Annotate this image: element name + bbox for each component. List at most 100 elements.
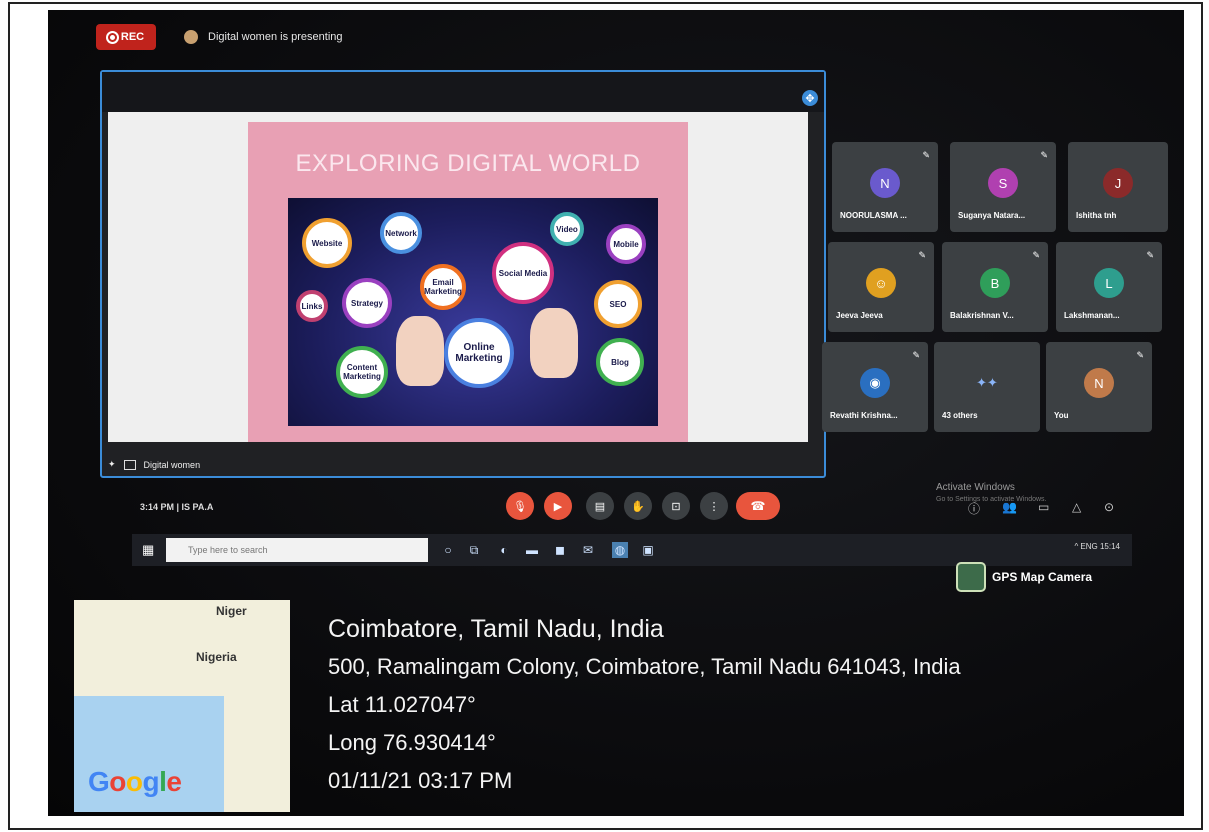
screenshot-frame: REC Digital women is presenting ✥ EXPLOR… <box>8 2 1203 830</box>
monitor-photo: REC Digital women is presenting ✥ EXPLOR… <box>48 10 1184 816</box>
location-map: Niger Nigeria Google <box>74 600 290 812</box>
activities-icon[interactable]: △ <box>1072 500 1081 514</box>
avatar: N <box>1084 368 1114 398</box>
people-icon[interactable]: 👥 <box>1002 500 1017 514</box>
windows-start-icon[interactable]: ▦ <box>142 543 156 557</box>
map-label-niger: Niger <box>216 604 247 618</box>
right-hand <box>530 308 578 378</box>
gear-website: Website <box>302 218 352 268</box>
map-label-nigeria: Nigeria <box>196 650 237 664</box>
tile-label: ✦ Digital women <box>108 459 200 470</box>
location-info: Coimbatore, Tamil Nadu, India 500, Ramal… <box>328 610 961 800</box>
mic-button[interactable]: 🎙 <box>506 492 534 520</box>
avatar: ☺ <box>866 268 896 298</box>
participant-tile[interactable]: ✎ S Suganya Natara... <box>950 142 1056 232</box>
gear-social-media: Social Media <box>492 242 554 304</box>
avatar: N <box>870 168 900 198</box>
shared-screen: EXPLORING DIGITAL WORLD Website Network … <box>108 112 808 442</box>
gps-badge-label: GPS Map Camera <box>992 570 1093 584</box>
cortana-icon[interactable]: ○ <box>440 542 456 558</box>
avatar: J <box>1103 168 1133 198</box>
lock-icon[interactable]: ⊙ <box>1104 500 1114 514</box>
edge-icon[interactable]: ◐ <box>496 542 512 558</box>
gear-video: Video <box>550 212 584 246</box>
gear-blog: Blog <box>596 338 644 386</box>
raise-hand-button[interactable]: ✋ <box>624 492 652 520</box>
meeting-time: 3:14 PM | IS PA.A <box>140 502 214 512</box>
google-logo: Google <box>88 766 182 797</box>
gear-seo: SEO <box>594 280 642 328</box>
location-address: 500, Ramalingam Colony, Coimbatore, Tami… <box>328 654 961 679</box>
participant-tile[interactable]: ✎ ☺ Jeeva Jeeva <box>828 242 934 332</box>
location-longitude: Long 76.930414° <box>328 730 496 755</box>
info-icon[interactable]: ⓘ <box>968 500 980 517</box>
participant-name: NOORULASMA ... <box>840 211 907 220</box>
mic-off-icon: ✎ <box>1040 150 1048 160</box>
gear-network: Network <box>380 212 422 254</box>
avatar: L <box>1094 268 1124 298</box>
gps-camera-logo-icon <box>956 562 986 592</box>
gear-mobile: Mobile <box>606 224 646 264</box>
chat-icon[interactable]: ▭ <box>1038 500 1049 514</box>
mic-off-icon: ✎ <box>922 150 930 160</box>
participant-tile[interactable]: ✎ ◉ Revathi Krishna... <box>822 342 928 432</box>
others-icon: ✦✦ <box>972 368 1002 398</box>
mic-off-icon: ✎ <box>918 250 926 260</box>
left-hand <box>396 316 444 386</box>
avatar: B <box>980 268 1010 298</box>
presenter-icon <box>184 30 198 44</box>
participant-name: Balakrishnan V... <box>950 311 1014 320</box>
presentation-tile[interactable]: ✥ EXPLORING DIGITAL WORLD Website Networ… <box>100 70 826 478</box>
present-button[interactable]: ⊡ <box>662 492 690 520</box>
gear-email-marketing: Email Marketing <box>420 264 466 310</box>
end-call-button[interactable]: ☎ <box>736 492 780 520</box>
activate-windows-title: Activate Windows <box>936 482 1015 493</box>
camera-button[interactable]: ▶ <box>544 492 572 520</box>
file-explorer-icon[interactable]: ▬ <box>524 542 540 558</box>
location-city: Coimbatore, Tamil Nadu, India <box>328 615 664 643</box>
taskbar-search-input[interactable]: Type here to search <box>166 538 428 562</box>
gear-content-marketing: Content Marketing <box>336 346 388 398</box>
location-datetime: 01/11/21 03:17 PM <box>328 768 513 793</box>
pin-icon[interactable]: ✦ <box>108 459 116 470</box>
captions-button[interactable]: ▤ <box>586 492 614 520</box>
mic-off-icon: ✎ <box>912 350 920 360</box>
participant-name: Ishitha tnh <box>1076 211 1117 220</box>
participant-name: Jeeva Jeeva <box>836 311 883 320</box>
presenting-banner: Digital women is presenting <box>184 30 343 44</box>
participant-tile[interactable]: J Ishitha tnh <box>1068 142 1168 232</box>
participant-tile[interactable]: ✎ B Balakrishnan V... <box>942 242 1048 332</box>
mic-off-icon: ✎ <box>1146 250 1154 260</box>
system-tray: ^ ENG 15:14 <box>1074 542 1120 551</box>
activate-windows-subtitle: Go to Settings to activate Windows. <box>936 496 1047 503</box>
map-land <box>74 600 290 696</box>
location-latitude: Lat 11.027047° <box>328 692 476 717</box>
participant-name: Suganya Natara... <box>958 211 1026 220</box>
mail-icon[interactable]: ✉ <box>580 542 596 558</box>
record-icon <box>107 32 117 42</box>
store-icon[interactable]: ◼ <box>552 542 568 558</box>
participant-tile[interactable]: ✎ L Lakshmanan... <box>1056 242 1162 332</box>
avatar: S <box>988 168 1018 198</box>
slide-title: EXPLORING DIGITAL WORLD <box>295 150 641 177</box>
participant-tile[interactable]: ✎ N NOORULASMA ... <box>832 142 938 232</box>
mic-off-icon: ✎ <box>1136 350 1144 360</box>
participant-name: 43 others <box>942 411 978 420</box>
expand-icon[interactable]: ✥ <box>802 90 818 106</box>
presentation-icon <box>123 459 136 470</box>
presenting-text: Digital women is presenting <box>208 31 343 43</box>
slide: EXPLORING DIGITAL WORLD Website Network … <box>248 122 688 442</box>
participant-name: Lakshmanan... <box>1064 311 1120 320</box>
task-view-icon[interactable]: ⧉ <box>466 542 482 558</box>
gear-strategy: Strategy <box>342 278 392 328</box>
tile-label-text: Digital women <box>143 459 201 470</box>
gps-map-camera-badge: GPS Map Camera <box>956 562 1092 592</box>
chrome-icon[interactable]: ◍ <box>612 542 628 558</box>
participant-tile[interactable]: ✎ N You <box>1046 342 1152 432</box>
app-icon[interactable]: ▣ <box>640 542 656 558</box>
participant-tile[interactable]: ✦✦ 43 others <box>934 342 1040 432</box>
participant-name: Revathi Krishna... <box>830 411 898 420</box>
recording-badge: REC <box>96 24 156 50</box>
mic-off-icon: ✎ <box>1032 250 1040 260</box>
more-options-button[interactable]: ⋮ <box>700 492 728 520</box>
